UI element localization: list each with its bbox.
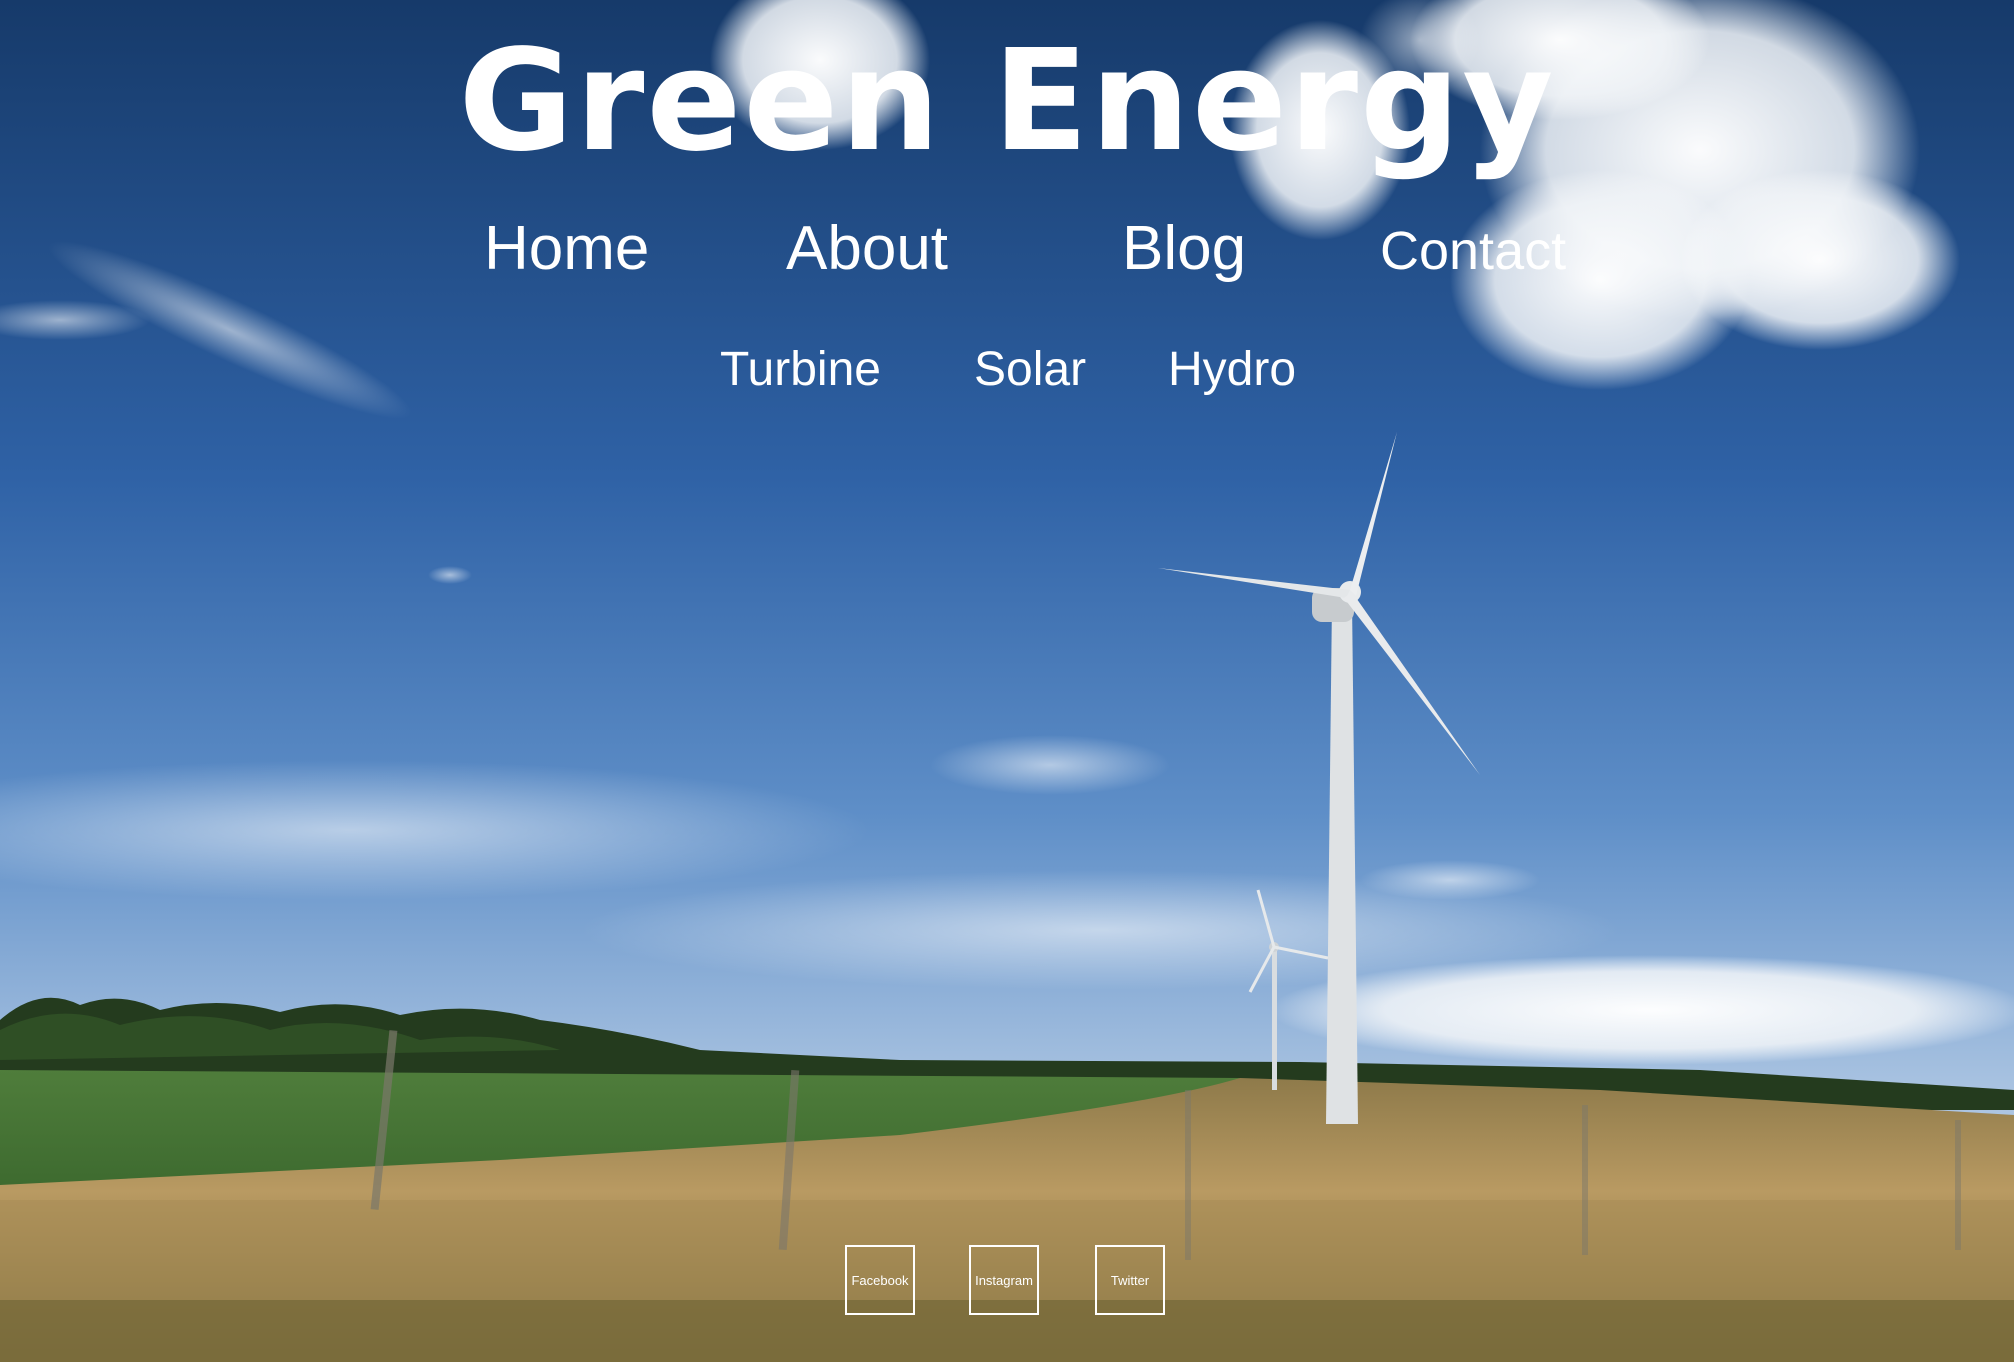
nav-solar-link[interactable]: Solar — [974, 346, 1086, 394]
nav-turbine-link[interactable]: Turbine — [720, 346, 881, 394]
instagram-button[interactable]: Instagram — [969, 1245, 1039, 1315]
site-title: Green Energy — [458, 20, 1556, 183]
twitter-label: Twitter — [1110, 1272, 1150, 1288]
nav-home-link[interactable]: Home — [484, 218, 649, 280]
background-photo — [0, 0, 2014, 1362]
nav-hydro-link[interactable]: Hydro — [1168, 346, 1296, 394]
nav-blog-link[interactable]: Blog — [1122, 218, 1246, 280]
facebook-button[interactable]: Facebook — [845, 1245, 915, 1315]
nav-contact-link[interactable]: Contact — [1380, 224, 1566, 278]
instagram-label: Instagram — [975, 1272, 1033, 1288]
nav-about-link[interactable]: About — [786, 218, 948, 280]
facebook-label: Facebook — [851, 1272, 909, 1288]
twitter-button[interactable]: Twitter — [1095, 1245, 1165, 1315]
